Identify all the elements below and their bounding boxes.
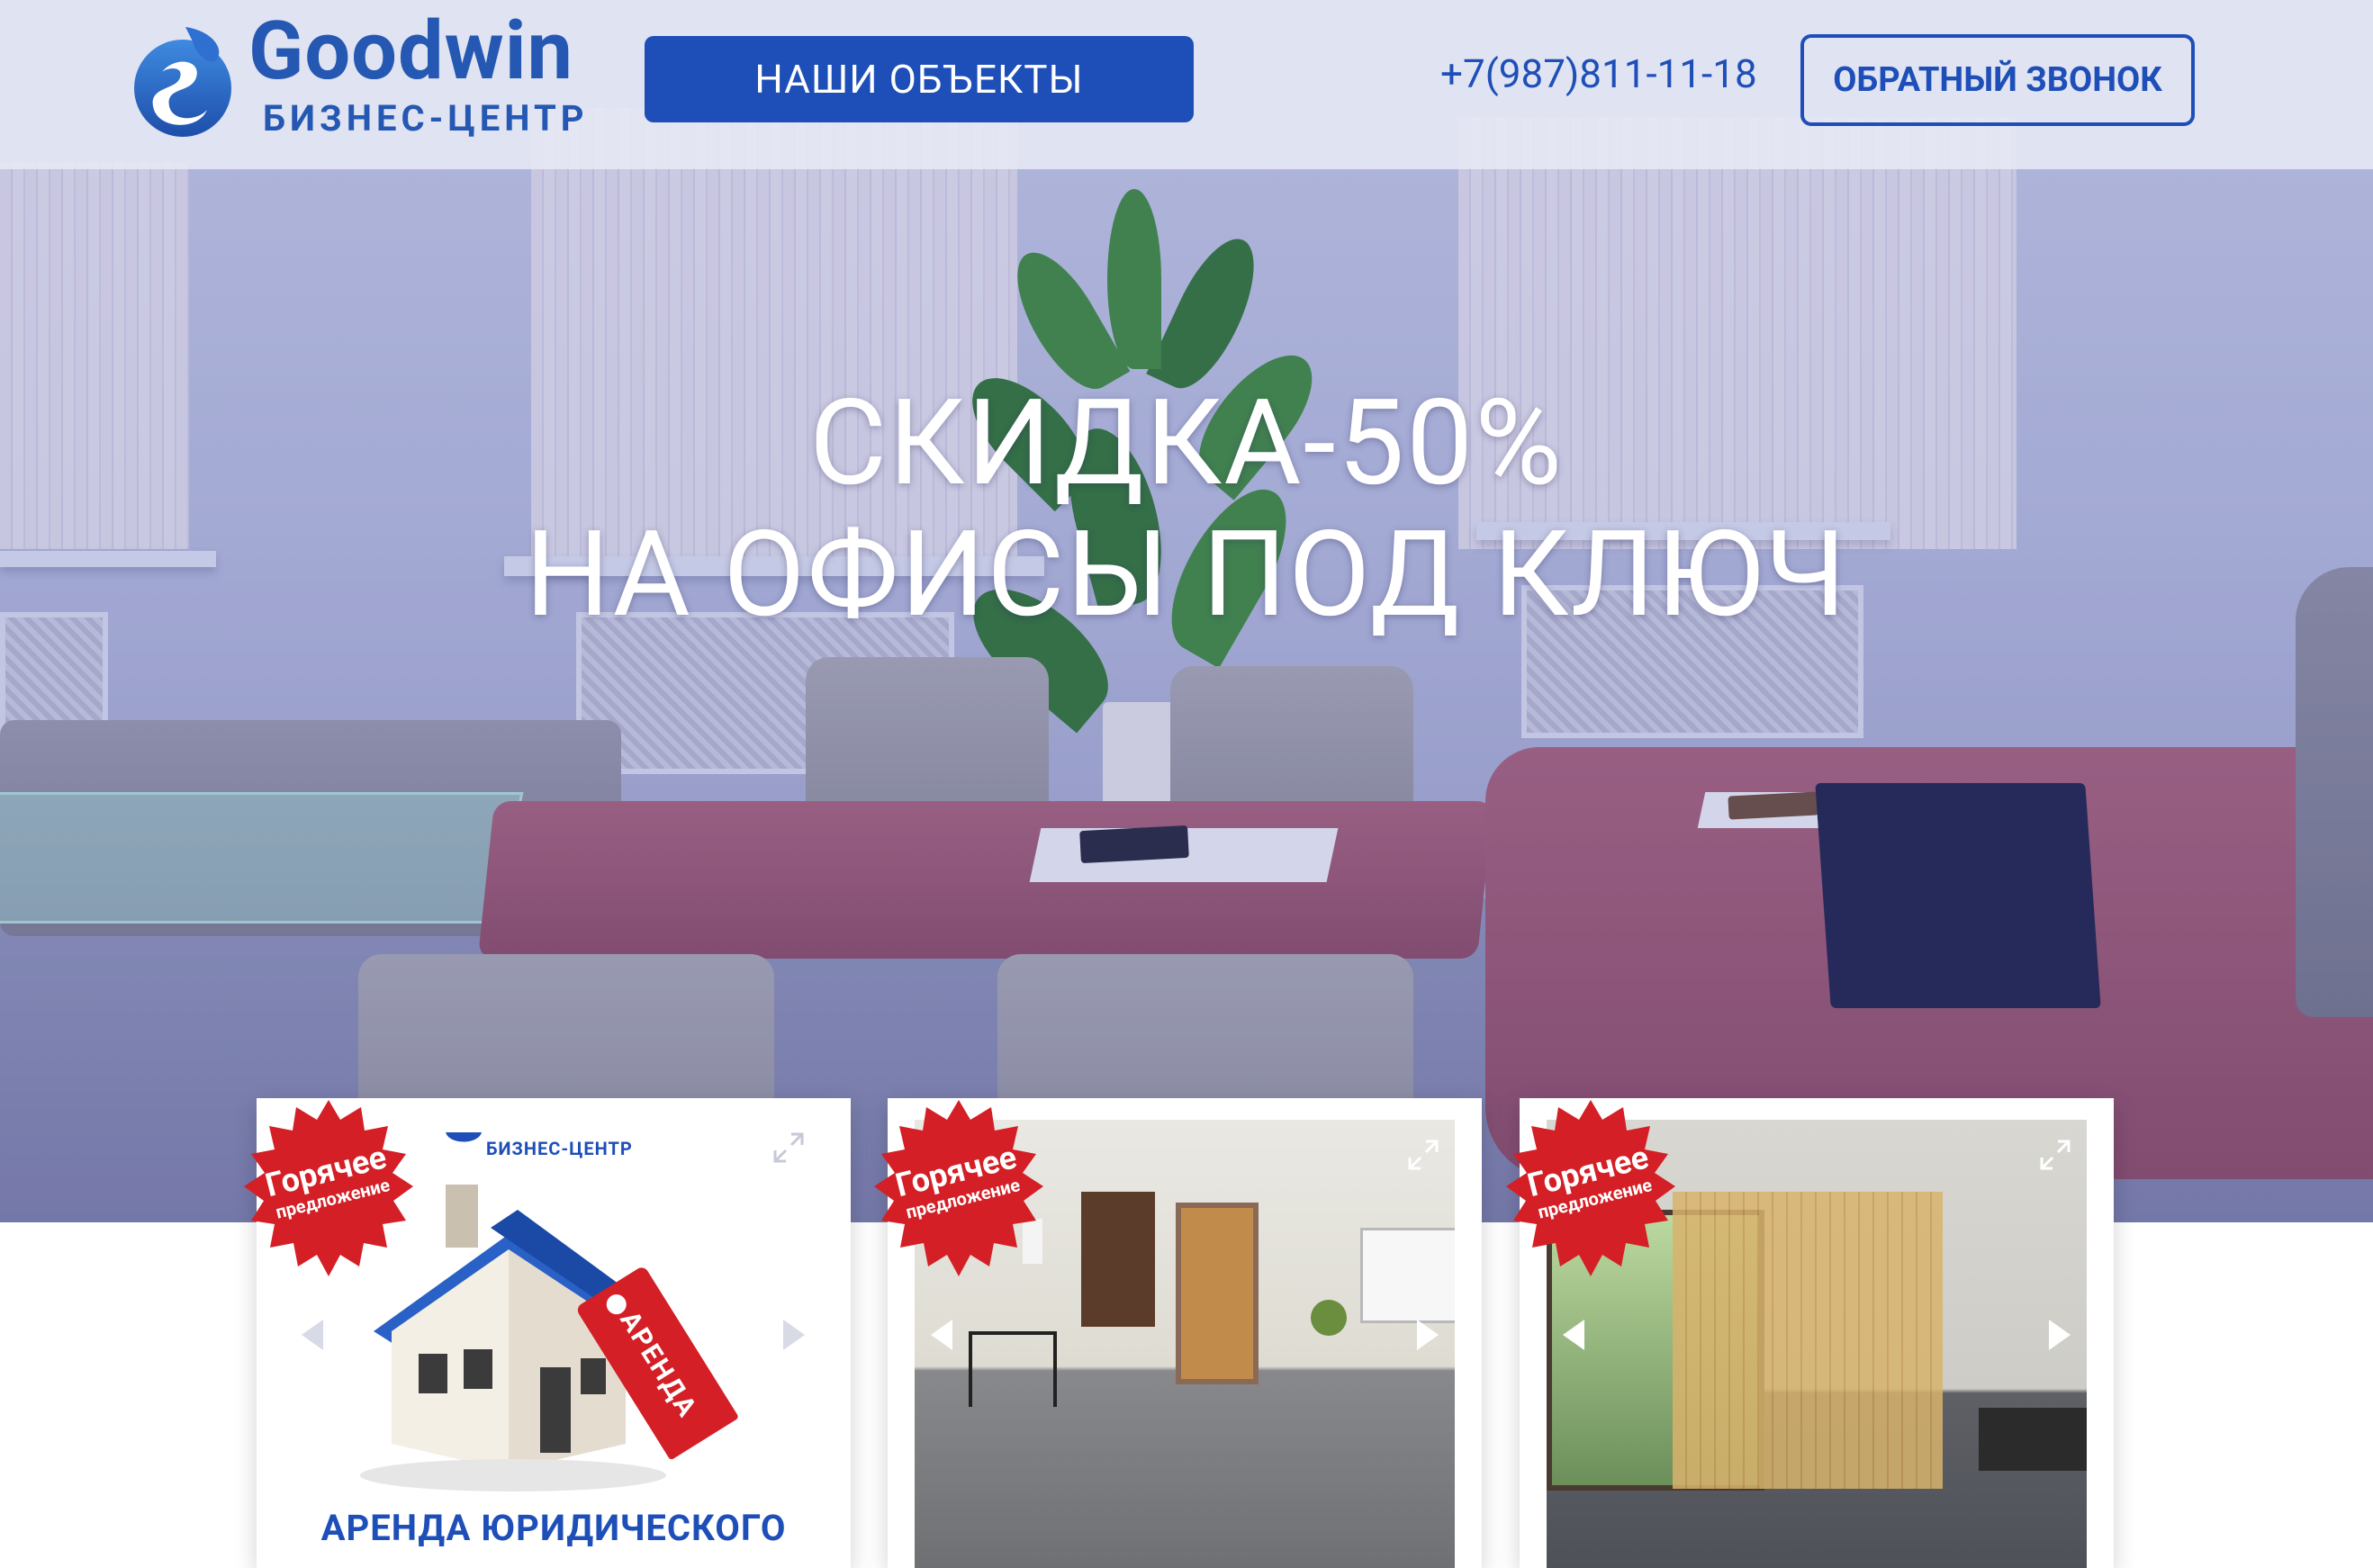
- hero-title: СКИДКА-50% НА ОФИСЫ ПОД КЛЮЧ: [0, 378, 2373, 641]
- logo-title: Goodwin: [248, 4, 573, 98]
- our-objects-button[interactable]: НАШИ ОБЪЕКТЫ: [645, 36, 1194, 122]
- expand-icon[interactable]: [2040, 1140, 2071, 1170]
- hot-offer-badge: Горячее предложение: [870, 1100, 1048, 1278]
- logo[interactable]: Goodwin БИЗНЕС-ЦЕНТР: [130, 11, 607, 149]
- hero-title-line1: СКИДКА-50%: [809, 374, 1564, 513]
- card-caption: АРЕНДА ЮРИДИЧЕСКОГО: [320, 1507, 787, 1549]
- desk: [1979, 1408, 2087, 1471]
- callback-button[interactable]: ОБРАТНЫЙ ЗВОНОК: [1800, 34, 2195, 126]
- doorway: [1176, 1203, 1259, 1384]
- whiteboard: [1360, 1228, 1455, 1323]
- expand-icon[interactable]: [773, 1132, 804, 1163]
- arrow-right-icon[interactable]: [2049, 1320, 2071, 1350]
- hot-offer-badge: Горячее предложение: [239, 1100, 418, 1278]
- vertical-blinds: [1673, 1192, 1943, 1489]
- arrow-left-icon[interactable]: [1563, 1320, 1584, 1350]
- card-brand-text: БИЗНЕС-ЦЕНТР: [486, 1138, 633, 1159]
- arrow-left-icon[interactable]: [302, 1320, 323, 1350]
- logo-drop-icon: [446, 1132, 482, 1142]
- arrow-right-icon[interactable]: [783, 1320, 805, 1350]
- site-header: Goodwin БИЗНЕС-ЦЕНТР НАШИ ОБЪЕКТЫ +7(987…: [0, 0, 2373, 169]
- plant: [1311, 1300, 1347, 1336]
- arrow-right-icon[interactable]: [1417, 1320, 1439, 1350]
- hot-offer-badge: Горячее предложение: [1502, 1100, 1680, 1278]
- chairs: [969, 1331, 1057, 1407]
- cabinet: [1081, 1192, 1155, 1327]
- goodwin-drop-logo-icon: [134, 27, 231, 137]
- logo-subtitle: БИЗНЕС-ЦЕНТР: [263, 97, 589, 140]
- hero-title-line2: НА ОФИСЫ ПОД КЛЮЧ: [525, 506, 1848, 644]
- phone-link[interactable]: +7(987)811-11-18: [1440, 54, 1757, 94]
- arrow-left-icon[interactable]: [931, 1320, 952, 1350]
- expand-icon[interactable]: [1408, 1140, 1439, 1170]
